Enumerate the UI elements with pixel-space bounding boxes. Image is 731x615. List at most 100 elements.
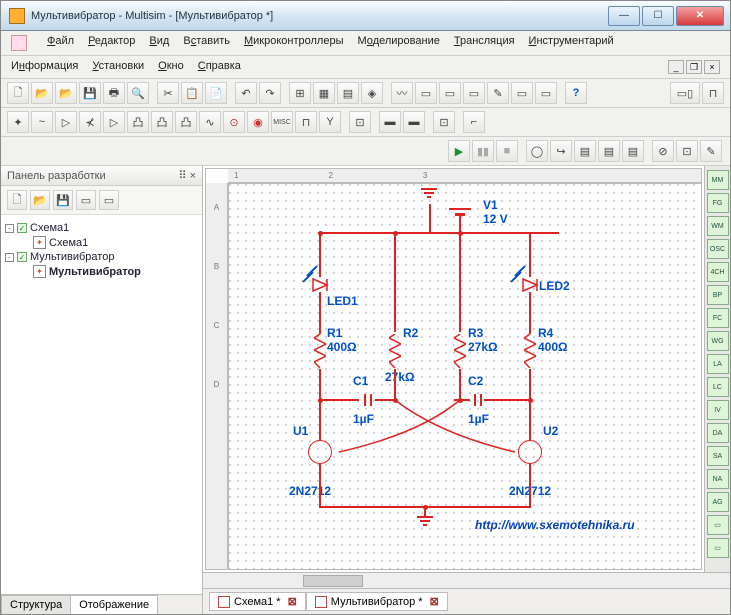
instr-wm[interactable]: WM	[707, 216, 729, 236]
comp-ttl[interactable]: 凸	[127, 111, 149, 133]
pt-b[interactable]: ▭	[99, 190, 119, 210]
comp-mixed[interactable]: ∿	[199, 111, 221, 133]
instr-iv[interactable]: IV	[707, 400, 729, 420]
menu-transfer[interactable]: Трансляция	[454, 35, 515, 51]
sim-f[interactable]: ⊘	[652, 140, 674, 162]
mdi-restore[interactable]: ❐	[686, 60, 702, 74]
tb-j[interactable]: ▭	[511, 82, 533, 104]
menu-mcu[interactable]: Микроконтроллеры	[244, 35, 344, 51]
comp-ind[interactable]: ⊙	[223, 111, 245, 133]
tree-leaf-schema1[interactable]: ✦ Схема1	[5, 235, 198, 250]
open2-button[interactable]: 📂	[55, 82, 77, 104]
menu-view[interactable]: Вид	[149, 35, 169, 51]
tb-b[interactable]: ▦	[313, 82, 335, 104]
instr-osc[interactable]: OSC	[707, 239, 729, 259]
menu-instruments[interactable]: Инструментарий	[529, 35, 614, 51]
instr-na[interactable]: NA	[707, 469, 729, 489]
tree-node-schema1[interactable]: - ✓ Схема1	[5, 221, 198, 235]
comp-hier[interactable]: ⊡	[433, 111, 455, 133]
panel-collapse-icon[interactable]: ⠿ ×	[178, 169, 196, 182]
paste-button[interactable]: 📄	[205, 82, 227, 104]
tb-k[interactable]: ▭	[535, 82, 557, 104]
maximize-button[interactable]: ☐	[642, 6, 674, 26]
close-icon[interactable]: ⊠	[288, 595, 297, 608]
pt-a[interactable]: ▭	[76, 190, 96, 210]
instr-ag[interactable]: AG	[707, 492, 729, 512]
instr-la[interactable]: LA	[707, 354, 729, 374]
schematic-canvas[interactable]: 123 ABCD V1 12	[205, 168, 702, 570]
save-button[interactable]: 💾	[79, 82, 101, 104]
pt-new[interactable]: 🗋	[7, 190, 27, 210]
instr-fc[interactable]: FC	[707, 308, 729, 328]
comp-misc2[interactable]: MISC	[271, 111, 293, 133]
cut-button[interactable]: ✂	[157, 82, 179, 104]
h-scrollbar[interactable]	[203, 572, 730, 588]
new-button[interactable]: 🗋	[7, 82, 29, 104]
checkbox-icon[interactable]: ✓	[17, 223, 27, 233]
sim-b[interactable]: ↪	[550, 140, 572, 162]
comp-src[interactable]: ✦	[7, 111, 29, 133]
print-button[interactable]: 🖶	[103, 82, 125, 104]
sim-d[interactable]: ▤	[598, 140, 620, 162]
close-button[interactable]: ✕	[676, 6, 724, 26]
instr-4ch[interactable]: 4CH	[707, 262, 729, 282]
tb-e[interactable]: 〰	[391, 82, 413, 104]
copy-button[interactable]: 📋	[181, 82, 203, 104]
tree-leaf-mv[interactable]: ✦ Мультивибратор	[5, 264, 198, 279]
instr-mm[interactable]: MM	[707, 170, 729, 190]
menu-settings[interactable]: Установки	[92, 60, 144, 74]
tb-c[interactable]: ▤	[337, 82, 359, 104]
mdi-close[interactable]: ×	[704, 60, 720, 74]
instr-fg[interactable]: FG	[707, 193, 729, 213]
comp-chip2[interactable]: ▬	[403, 111, 425, 133]
preview-button[interactable]: 🔍	[127, 82, 149, 104]
instr-wg[interactable]: WG	[707, 331, 729, 351]
redo-button[interactable]: ↷	[259, 82, 281, 104]
comp-em[interactable]: ⊡	[349, 111, 371, 133]
instr-bp[interactable]: BP	[707, 285, 729, 305]
sim-c[interactable]: ▤	[574, 140, 596, 162]
menu-edit[interactable]: Редактор	[88, 35, 135, 51]
tab-display[interactable]: Отображение	[70, 595, 158, 614]
comp-rf[interactable]: Y	[319, 111, 341, 133]
pt-save[interactable]: 💾	[53, 190, 73, 210]
doc-tab-2[interactable]: Мультивибратор *⊠	[306, 592, 448, 611]
help-button[interactable]: ?	[565, 82, 587, 104]
comp-analog[interactable]: ▷	[103, 111, 125, 133]
connect-button[interactable]: ⊓	[702, 82, 724, 104]
comp-bus[interactable]: ⌐	[463, 111, 485, 133]
close-icon[interactable]: ⊠	[430, 595, 439, 608]
tree-node-mv[interactable]: - ✓ Мультивибратор	[5, 250, 198, 264]
open-button[interactable]: 📂	[31, 82, 53, 104]
run-button[interactable]: ▶	[448, 140, 470, 162]
sim-h[interactable]: ✎	[700, 140, 722, 162]
osc-button[interactable]: ▭▯	[670, 82, 700, 104]
menu-place[interactable]: Вставить	[183, 35, 230, 51]
tb-f[interactable]: ▭	[415, 82, 437, 104]
collapse-icon[interactable]: -	[5, 224, 14, 233]
menu-window[interactable]: Окно	[158, 60, 184, 74]
comp-cmos[interactable]: 凸	[151, 111, 173, 133]
instr-sa[interactable]: SA	[707, 446, 729, 466]
menu-file[interactable]: ФФайлайл	[47, 35, 74, 51]
instr-da[interactable]: DA	[707, 423, 729, 443]
instr-x2[interactable]: ▭	[707, 538, 729, 558]
comp-misc[interactable]: 凸	[175, 111, 197, 133]
comp-trans[interactable]: ⊀	[79, 111, 101, 133]
collapse-icon[interactable]: -	[5, 253, 14, 262]
tb-i[interactable]: ✎	[487, 82, 509, 104]
sim-e[interactable]: ▤	[622, 140, 644, 162]
sim-g[interactable]: ⊡	[676, 140, 698, 162]
comp-chip[interactable]: ▬	[379, 111, 401, 133]
menu-help[interactable]: Справка	[198, 60, 241, 74]
pause-button[interactable]: ▮▮	[472, 140, 494, 162]
stop-button[interactable]: ■	[496, 140, 518, 162]
menu-sim[interactable]: Моделирование	[358, 35, 440, 51]
comp-basic[interactable]: ~	[31, 111, 53, 133]
tb-h[interactable]: ▭	[463, 82, 485, 104]
instr-lc[interactable]: LC	[707, 377, 729, 397]
tb-d[interactable]: ◈	[361, 82, 383, 104]
minimize-button[interactable]: —	[608, 6, 640, 26]
mdi-minimize[interactable]: _	[668, 60, 684, 74]
menu-info[interactable]: Информация	[11, 60, 78, 74]
